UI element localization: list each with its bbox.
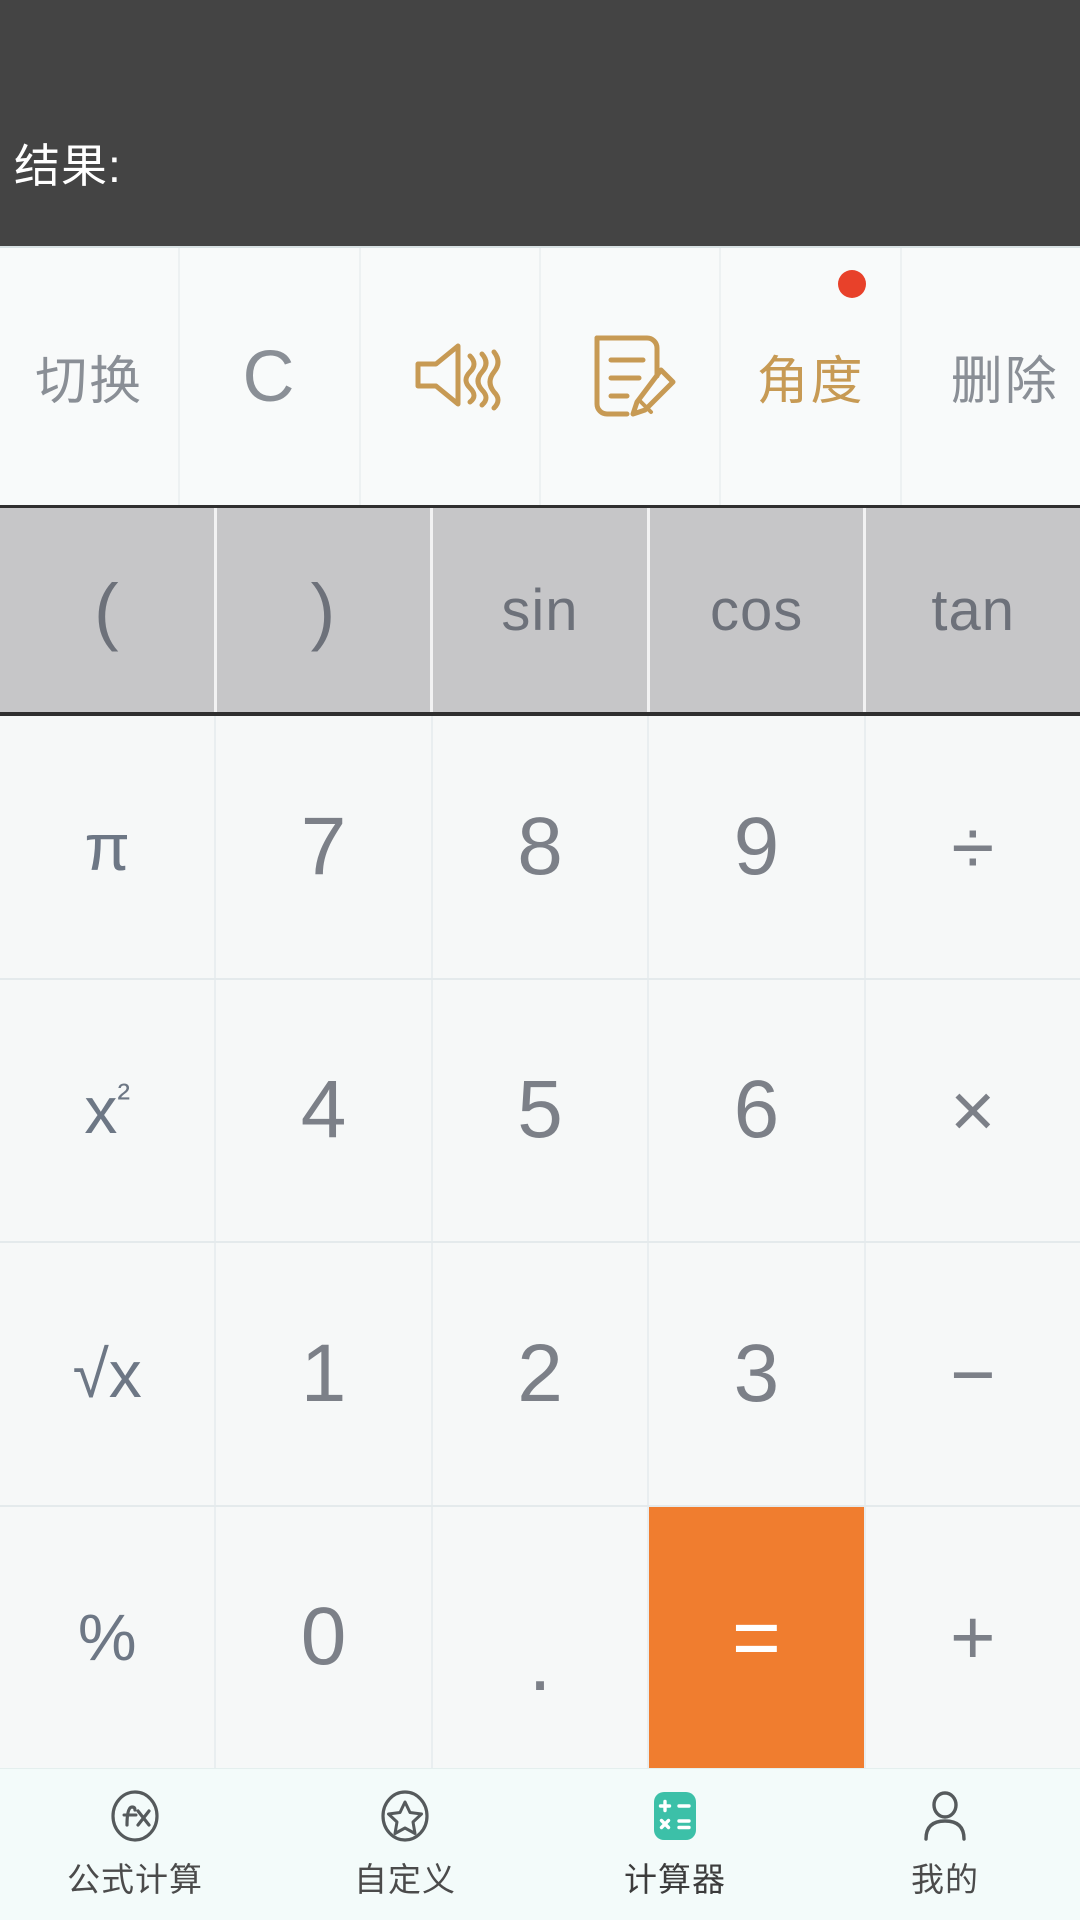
toolbar-button-sound[interactable] xyxy=(360,248,541,505)
key-label: + xyxy=(950,1593,996,1682)
key-sin[interactable]: sin xyxy=(433,508,650,712)
key-digit-4[interactable]: 4 xyxy=(216,979,433,1241)
key-label: π xyxy=(84,809,130,884)
note-edit-icon xyxy=(583,326,677,427)
key-label: 1 xyxy=(300,1327,347,1419)
nav-label-formula: 公式计算 xyxy=(67,1860,203,1898)
key-label: 7 xyxy=(300,800,347,892)
key-label: 6 xyxy=(733,1064,780,1156)
nav-item-mine[interactable]: 我的 xyxy=(810,1769,1080,1920)
calculator-app: 结果: 切换 C 角度 删除 () sin cos tan π 7 8 9 ÷… xyxy=(0,0,1080,1920)
toolbar-button-delete[interactable]: 删除 xyxy=(901,248,1080,505)
key-digit-2[interactable]: 2 xyxy=(432,1243,650,1505)
key-minus[interactable]: − xyxy=(865,1243,1080,1505)
keypad-row: % 0 . = + xyxy=(0,1506,1080,1768)
key-square[interactable]: x² xyxy=(0,979,217,1241)
toolbar-label-angle: 角度 xyxy=(756,353,865,411)
key-digit-7[interactable]: 7 xyxy=(216,716,433,978)
toolbar-button-clear[interactable]: C xyxy=(180,248,361,505)
toolbar-button-note[interactable] xyxy=(540,248,722,505)
key-label: 4 xyxy=(300,1064,347,1156)
key-decimal-point[interactable]: . xyxy=(432,1506,650,1768)
key-digit-5[interactable]: 5 xyxy=(432,979,650,1241)
nav-label-mine: 我的 xyxy=(911,1860,979,1898)
key-label: × xyxy=(950,1066,996,1155)
key-digit-6[interactable]: 6 xyxy=(649,979,866,1241)
key-label: 3 xyxy=(733,1327,780,1419)
nav-label-custom: 自定义 xyxy=(354,1860,456,1898)
key-digit-1[interactable]: 1 xyxy=(216,1243,433,1505)
key-square-root[interactable]: √x xyxy=(0,1243,217,1505)
fx-circle-icon xyxy=(108,1789,162,1843)
key-cos[interactable]: cos xyxy=(649,508,867,712)
key-paren-open[interactable]: ( xyxy=(0,508,217,712)
key-plus[interactable]: + xyxy=(865,1506,1080,1768)
keypad-row: √x 1 2 3 − xyxy=(0,1243,1080,1507)
key-label: 8 xyxy=(517,800,563,892)
key-multiply[interactable]: × xyxy=(865,979,1080,1241)
calculator-icon xyxy=(648,1789,702,1843)
key-label: % xyxy=(77,1600,137,1675)
key-label: ( xyxy=(93,568,120,652)
star-circle-icon xyxy=(378,1789,432,1843)
angle-badge-dot xyxy=(837,270,866,298)
key-label: = xyxy=(731,1590,781,1685)
key-label: cos xyxy=(709,577,804,643)
toolbar-button-angle[interactable]: 角度 xyxy=(721,248,902,505)
key-tan[interactable]: tan xyxy=(866,508,1080,712)
nav-label-calculator: 计算器 xyxy=(624,1860,726,1898)
bottom-navigation: 公式计算 自定义 计算器 我的 xyxy=(0,1768,1080,1920)
key-label: ÷ xyxy=(951,802,995,891)
nav-item-formula[interactable]: 公式计算 xyxy=(0,1769,270,1920)
toolbar-label-switch: 切换 xyxy=(35,353,144,411)
function-row: ( ) sin cos tan xyxy=(0,508,1080,716)
display-area: 结果: xyxy=(0,0,1080,248)
key-equals[interactable]: = xyxy=(649,1506,866,1768)
keypad: π 7 8 9 ÷ x² 4 5 6 × √x 1 2 3 − % 0 . = … xyxy=(0,716,1080,1768)
key-label: 5 xyxy=(517,1064,563,1156)
key-digit-9[interactable]: 9 xyxy=(649,716,866,978)
key-label: x² xyxy=(84,1073,131,1148)
key-label: . xyxy=(528,1617,552,1709)
toolbar: 切换 C 角度 删除 xyxy=(0,248,1080,508)
nav-item-calculator[interactable]: 计算器 xyxy=(540,1769,810,1920)
toolbar-label-clear: C xyxy=(242,336,297,417)
key-label: 0 xyxy=(300,1591,347,1683)
key-paren-close[interactable]: ) xyxy=(216,508,434,712)
key-percent[interactable]: % xyxy=(0,1506,217,1768)
key-pi[interactable]: π xyxy=(0,716,217,978)
keypad-row: x² 4 5 6 × xyxy=(0,979,1080,1243)
person-icon xyxy=(918,1789,972,1843)
key-digit-3[interactable]: 3 xyxy=(649,1243,866,1505)
keypad-row: π 7 8 9 ÷ xyxy=(0,716,1080,980)
key-digit-0[interactable]: 0 xyxy=(216,1506,433,1768)
key-digit-8[interactable]: 8 xyxy=(432,716,650,978)
sound-icon xyxy=(396,328,504,425)
toolbar-label-delete: 删除 xyxy=(950,353,1059,411)
toolbar-button-switch[interactable]: 切换 xyxy=(0,248,181,505)
result-label: 结果: xyxy=(14,139,122,192)
key-label: − xyxy=(950,1329,996,1418)
key-label: ) xyxy=(310,568,337,652)
key-label: tan xyxy=(931,577,1015,643)
key-divide[interactable]: ÷ xyxy=(865,716,1080,978)
key-label: sin xyxy=(501,577,579,643)
key-label: √x xyxy=(72,1336,142,1411)
key-label: 9 xyxy=(733,800,780,892)
nav-item-custom[interactable]: 自定义 xyxy=(270,1769,540,1920)
key-label: 2 xyxy=(517,1327,563,1419)
